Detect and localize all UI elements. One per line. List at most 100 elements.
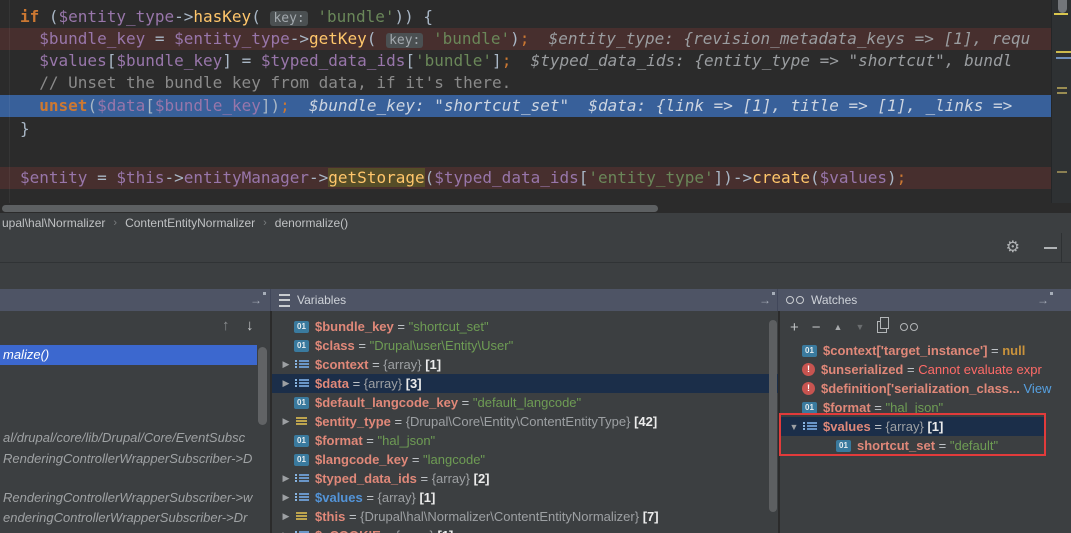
variable-row[interactable]: ▶ $this = {Drupal\hal\Normalizer\ContentE…	[272, 507, 778, 526]
menu-icon	[279, 293, 290, 307]
breadcrumb: upal\hal\Normalizer › ContentEntityNorma…	[0, 213, 1071, 233]
variable-value: [2]	[473, 471, 490, 486]
variable-row[interactable]: 01 $format = "hal_json"	[272, 431, 778, 450]
variable-value: [42]	[634, 414, 658, 429]
variable-value: "Drupal\user\Entity\User"	[369, 338, 514, 353]
code-token: $data	[97, 96, 146, 115]
code-token: ;	[501, 51, 512, 70]
horizontal-scrollbar[interactable]	[0, 203, 1071, 213]
panel-headers: → Variables → Watches →	[0, 289, 1071, 311]
code-token: // Unset the bundle key from data, if it…	[39, 73, 512, 92]
variables-panel-title: Variables	[297, 293, 347, 307]
variable-row[interactable]: ▶ $context = {array} [1]	[272, 355, 778, 374]
frames-scrollbar-thumb[interactable]	[258, 347, 267, 425]
code-token: )	[887, 168, 897, 187]
frame-row[interactable]: RenderingControllerWrapperSubscriber->D	[0, 449, 257, 469]
code-editor[interactable]: if ($entity_type->hasKey( key: 'bundle')…	[0, 0, 1071, 203]
pin-icon[interactable]: →	[1037, 292, 1053, 306]
code-token: (	[87, 96, 98, 115]
variable-row[interactable]: ▶$_COOKIE = {array} [1]	[272, 526, 778, 533]
error-icon: !	[802, 363, 815, 376]
breadcrumb-item-method[interactable]: denormalize()	[275, 216, 348, 230]
pin-icon[interactable]: →	[250, 292, 266, 306]
variable-row[interactable]: ▶ $values = {array} [1]	[272, 488, 778, 507]
pin-icon[interactable]: →	[759, 292, 775, 306]
chevron-right-icon[interactable]: ▶	[278, 378, 294, 389]
glasses-icon	[786, 296, 804, 304]
code-line[interactable]: if ($entity_type->hasKey( key: 'bundle')…	[0, 6, 1051, 28]
chevron-right-icon[interactable]: ▶	[278, 416, 294, 427]
array-icon	[294, 472, 309, 485]
array-icon	[294, 358, 309, 371]
variable-value: [3]	[405, 376, 422, 391]
remove-watch-button[interactable]: −	[812, 320, 821, 335]
frame-row[interactable]: malize()	[0, 345, 257, 365]
breadcrumb-item-namespace[interactable]: upal\hal\Normalizer	[2, 216, 105, 230]
show-watches-button[interactable]	[900, 323, 919, 331]
frame-row[interactable]: al/drupal/core/lib/Drupal/Core/EventSubs…	[0, 428, 257, 448]
hide-panel-button[interactable]	[1044, 247, 1057, 249]
code-token: $bundle_key	[116, 51, 223, 70]
variable-row[interactable]: ▶ $data = {array} [3]	[272, 374, 778, 393]
variable-value: [1]	[425, 357, 442, 372]
annotation-highlight-box	[779, 413, 1046, 456]
variable-row[interactable]: 01 $bundle_key = "shortcut_set"	[272, 317, 778, 336]
toolbar-divider	[1061, 233, 1062, 262]
frame-row[interactable]: RenderingControllerWrapperSubscriber->w	[0, 488, 257, 508]
watches-panel-header[interactable]: Watches →	[778, 289, 1071, 311]
equals-sign: =	[903, 362, 919, 377]
variable-name: $langcode_key	[315, 452, 409, 467]
code-line[interactable]: // Unset the bundle key from data, if it…	[0, 72, 1051, 94]
watch-row[interactable]: 01 $context['target_instance'] = null	[780, 341, 1071, 360]
variables-scrollbar-thumb[interactable]	[769, 320, 777, 512]
variable-row[interactable]: ▶ $entity_type = {Drupal\Core\Entity\Cont…	[272, 412, 778, 431]
primitive-icon: 01	[802, 344, 817, 357]
gear-icon[interactable]: ⚙	[1006, 237, 1020, 259]
code-token: ]	[492, 51, 502, 70]
inline-debug-hint: $bundle_key: "shortcut_set" $data: {link…	[289, 96, 1013, 115]
frames-panel: ↑ ↓ malize() al/drupal/core/lib/Drupal/Co…	[0, 311, 272, 533]
arrow-up-icon[interactable]: ↑	[222, 317, 230, 334]
code-line[interactable]: $values[$bundle_key] = $typed_data_ids['…	[0, 50, 1051, 72]
add-watch-button[interactable]: +	[790, 320, 799, 335]
frame-row[interactable]: enderingControllerWrapperSubscriber->Dr	[0, 508, 257, 528]
chevron-right-icon[interactable]: ▶	[278, 492, 294, 503]
variable-row[interactable]: 01 $default_langcode_key = "default_langc…	[272, 393, 778, 412]
error-stripe-mark	[1057, 87, 1067, 89]
primitive-icon: 01	[294, 396, 309, 409]
arrow-down-icon[interactable]: ↓	[246, 317, 254, 334]
variable-name: $default_langcode_key	[315, 395, 459, 410]
watch-row[interactable]: ! $definition['serialization_class... Vie…	[780, 379, 1071, 398]
variable-row[interactable]: 01 $class = "Drupal\user\Entity\User"	[272, 336, 778, 355]
move-up-button[interactable]: ▲	[834, 322, 843, 332]
code-token: [	[145, 96, 155, 115]
error-stripe-mark	[1056, 51, 1071, 53]
chevron-right-icon[interactable]: ▶	[278, 359, 294, 370]
chevron-right-icon[interactable]: ▶	[278, 511, 294, 522]
equals-sign: =	[348, 376, 364, 391]
variable-row[interactable]: ▶ $typed_data_ids = {array} [2]	[272, 469, 778, 488]
code-line[interactable]: $entity = $this->entityManager->getStora…	[0, 167, 1051, 189]
variable-name: $definition['serialization_class...	[821, 381, 1020, 396]
code-line[interactable]: }	[0, 118, 1051, 140]
ide-debugger-window: if ($entity_type->hasKey( key: 'bundle')…	[0, 0, 1071, 533]
vertical-scrollbar-thumb[interactable]	[1058, 0, 1067, 13]
frames-panel-header[interactable]: →	[0, 289, 271, 311]
code-token: [	[106, 51, 117, 70]
variable-value: Cannot evaluate expr	[918, 362, 1042, 377]
move-down-button[interactable]: ▼	[855, 322, 864, 332]
code-line[interactable]: $bundle_key = $entity_type->getKey( key:…	[0, 28, 1051, 50]
horizontal-scrollbar-thumb[interactable]	[2, 205, 658, 212]
variable-row[interactable]: 01 $langcode_key = "langcode"	[272, 450, 778, 469]
variable-value: {array}	[383, 357, 426, 372]
variables-panel-header[interactable]: Variables →	[271, 289, 778, 311]
variable-name: $bundle_key	[315, 319, 394, 334]
watch-row[interactable]: ! $unserialized = Cannot evaluate expr	[780, 360, 1071, 379]
breadcrumb-item-class[interactable]: ContentEntityNormalizer	[125, 216, 255, 230]
code-token: $typed_data_ids	[260, 51, 406, 70]
chevron-right-icon[interactable]: ▶	[278, 473, 294, 484]
editor-error-stripe[interactable]	[1051, 0, 1071, 203]
code-line[interactable]: unset($data[$bundle_key]); $bundle_key: …	[0, 95, 1051, 117]
duplicate-watch-button[interactable]	[877, 317, 890, 333]
